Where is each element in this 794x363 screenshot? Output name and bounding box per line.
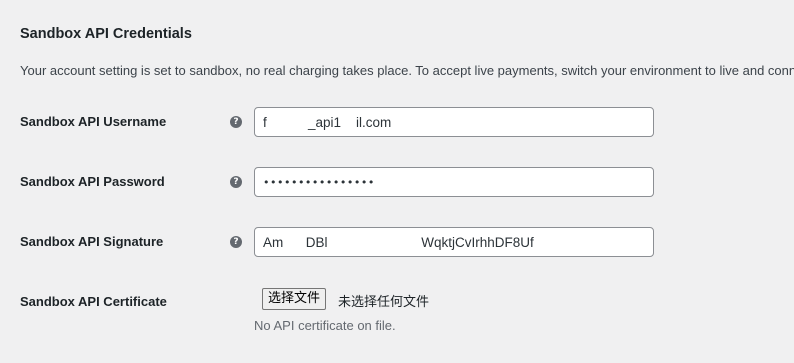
certificate-note: No API certificate on file. (254, 318, 396, 333)
certificate-label: Sandbox API Certificate (20, 294, 167, 309)
signature-label: Sandbox API Signature (20, 234, 164, 249)
section-description: Your account setting is set to sandbox, … (20, 63, 794, 78)
signature-field[interactable] (254, 227, 654, 257)
help-icon[interactable]: ? (230, 176, 242, 188)
username-field[interactable] (254, 107, 654, 137)
section-title: Sandbox API Credentials (20, 26, 192, 42)
username-label: Sandbox API Username (20, 114, 167, 129)
password-field[interactable] (254, 167, 654, 197)
help-icon[interactable]: ? (230, 236, 242, 248)
password-label: Sandbox API Password (20, 174, 165, 189)
file-status: 未选择任何文件 (338, 295, 430, 310)
choose-file-button[interactable]: 选择文件 (262, 288, 327, 310)
help-icon[interactable]: ? (230, 116, 242, 128)
